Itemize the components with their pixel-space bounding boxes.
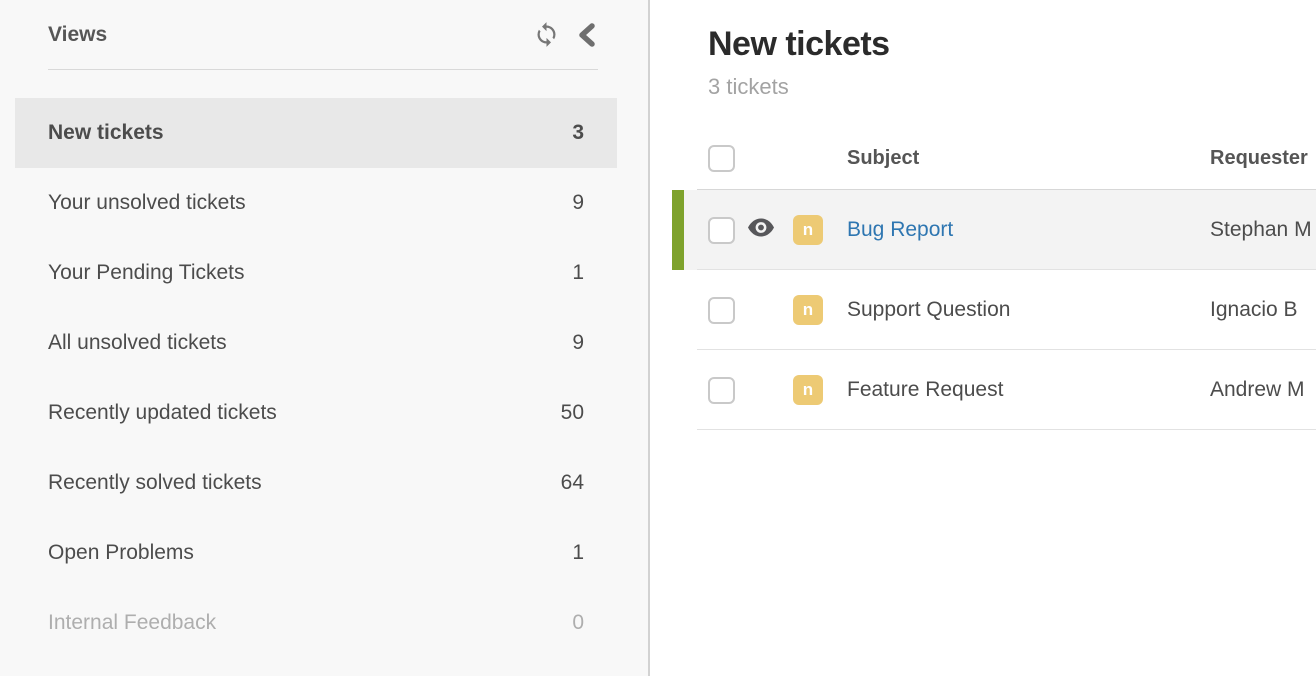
ticket-requester: Ignacio B <box>1210 298 1316 322</box>
sidebar-item-open-problems[interactable]: Open Problems 1 <box>0 518 648 588</box>
sidebar-divider <box>48 69 598 70</box>
view-count: 64 <box>561 471 584 495</box>
view-count: 3 <box>572 121 584 145</box>
app-window: Views New tickets 3 <box>0 0 1316 676</box>
table-header: Subject Requester <box>650 126 1316 190</box>
sidebar-item-recently-updated-tickets[interactable]: Recently updated tickets 50 <box>0 378 648 448</box>
ticket-row-feature-request[interactable]: n Feature Request Andrew M <box>650 350 1316 430</box>
views-list: New tickets 3 Your unsolved tickets 9 Yo… <box>0 98 648 658</box>
sidebar-item-your-unsolved-tickets[interactable]: Your unsolved tickets 9 <box>0 168 648 238</box>
row-subject-cell: Bug Report <box>847 218 1210 242</box>
sidebar-item-recently-solved-tickets[interactable]: Recently solved tickets 64 <box>0 448 648 518</box>
row-badge-cell: n <box>793 375 847 405</box>
page-title: New tickets <box>708 24 1316 64</box>
select-all-checkbox[interactable] <box>708 145 735 172</box>
row-eye-cell <box>748 218 793 243</box>
ticket-subject-link[interactable]: Support Question <box>847 298 1010 321</box>
ticket-view-main: New tickets 3 tickets Subject Requester <box>650 0 1316 676</box>
status-new-badge: n <box>793 215 823 245</box>
view-label: Internal Feedback <box>48 611 216 635</box>
view-label: Recently updated tickets <box>48 401 277 425</box>
sidebar-header-icons <box>533 21 598 48</box>
collapse-sidebar-icon[interactable] <box>576 22 598 48</box>
status-new-badge: n <box>793 295 823 325</box>
views-sidebar: Views New tickets 3 <box>0 0 650 676</box>
ticket-requester: Stephan M <box>1210 218 1316 242</box>
sidebar-header: Views <box>0 0 648 69</box>
row-badge-cell: n <box>793 215 847 245</box>
sidebar-item-internal-feedback[interactable]: Internal Feedback 0 <box>0 588 648 658</box>
row-check-cell <box>708 377 748 404</box>
row-checkbox[interactable] <box>708 217 735 244</box>
column-header-subject[interactable]: Subject <box>847 147 1210 170</box>
select-all-cell <box>708 145 748 172</box>
status-new-badge: n <box>793 375 823 405</box>
sidebar-item-all-unsolved-tickets[interactable]: All unsolved tickets 9 <box>0 308 648 378</box>
view-label: Your unsolved tickets <box>48 191 246 215</box>
view-label: All unsolved tickets <box>48 331 227 355</box>
view-count: 9 <box>572 191 584 215</box>
eye-icon <box>748 218 774 243</box>
view-label: Your Pending Tickets <box>48 261 245 285</box>
refresh-icon[interactable] <box>533 21 560 48</box>
view-label: Open Problems <box>48 541 194 565</box>
view-count: 0 <box>572 611 584 635</box>
row-subject-cell: Support Question <box>847 298 1210 322</box>
row-badge-cell: n <box>793 295 847 325</box>
sidebar-item-your-pending-tickets[interactable]: Your Pending Tickets 1 <box>0 238 648 308</box>
view-count: 1 <box>572 541 584 565</box>
sidebar-item-new-tickets[interactable]: New tickets 3 <box>15 98 617 168</box>
row-checkbox[interactable] <box>708 377 735 404</box>
ticket-subject-link[interactable]: Feature Request <box>847 378 1003 401</box>
ticket-row-support-question[interactable]: n Support Question Ignacio B <box>650 270 1316 350</box>
ticket-row-bug-report[interactable]: n Bug Report Stephan M <box>650 190 1316 270</box>
ticket-count-subtitle: 3 tickets <box>708 74 1316 100</box>
row-check-cell <box>708 297 748 324</box>
row-check-cell <box>708 217 748 244</box>
ticket-subject-link[interactable]: Bug Report <box>847 218 953 241</box>
sidebar-title: Views <box>48 23 107 47</box>
row-subject-cell: Feature Request <box>847 378 1210 402</box>
ticket-requester: Andrew M <box>1210 378 1316 402</box>
view-label: New tickets <box>48 121 164 145</box>
view-count: 1 <box>572 261 584 285</box>
view-count: 50 <box>561 401 584 425</box>
row-checkbox[interactable] <box>708 297 735 324</box>
view-count: 9 <box>572 331 584 355</box>
view-label: Recently solved tickets <box>48 471 262 495</box>
column-header-requester[interactable]: Requester <box>1210 147 1316 170</box>
